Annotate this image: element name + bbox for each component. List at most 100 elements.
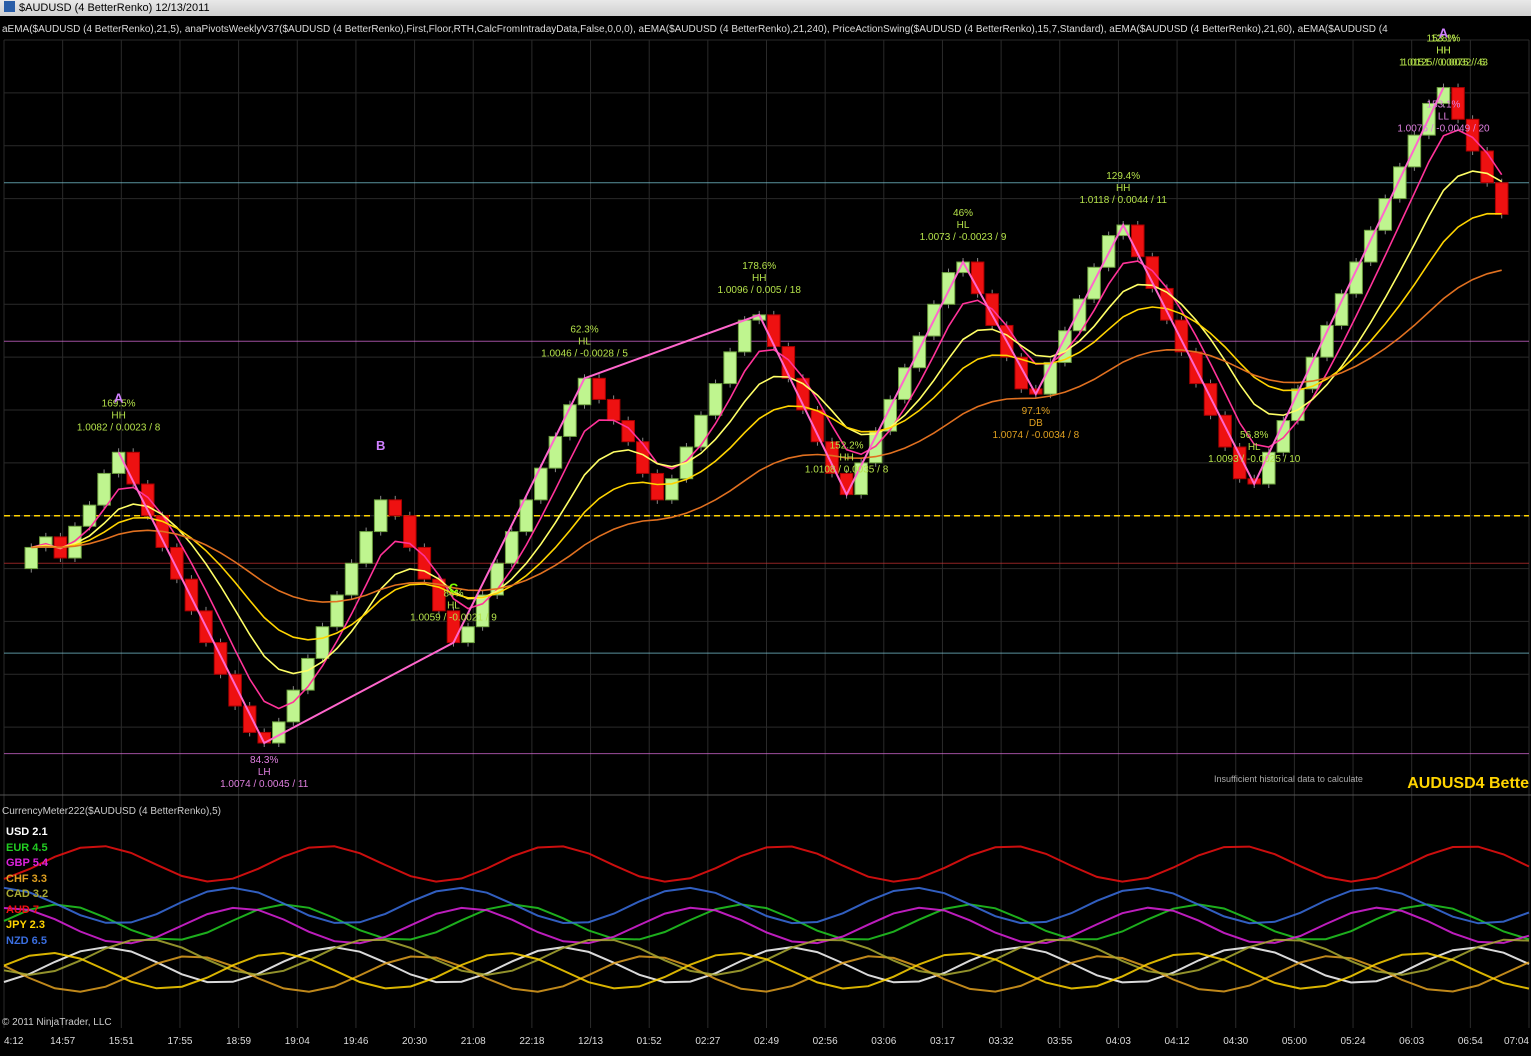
time-axis-tick: 03:17: [929, 1036, 955, 1047]
swing-label-pct: 129.4%: [1106, 171, 1140, 182]
time-axis-tick: 20:30: [402, 1036, 428, 1047]
candle: [170, 546, 184, 580]
swing-label-type: HH: [1436, 46, 1450, 57]
swing-label-value: 1.0046 / -0.0028 / 5: [541, 348, 628, 359]
swing-label-value: 1.0093 / -0.0025 / 10: [1208, 454, 1301, 465]
currency-meter-entry: USD 2.1: [6, 826, 48, 838]
window-title: $AUDUSD (4 BetterRenko) 12/13/2011: [19, 2, 210, 14]
swing-label-pct: 62.3%: [570, 324, 598, 335]
swing-label-pct: 178.6%: [742, 261, 776, 272]
swing-label-value: 1.0096 / 0.005 / 18: [718, 285, 802, 296]
candle: [388, 499, 403, 517]
swing-label-pct: 84.3%: [250, 755, 278, 766]
pattern-letter: B: [376, 438, 385, 453]
candle: [650, 472, 665, 501]
currency-meter-entry: CAD 3.2: [6, 888, 49, 900]
candle: [737, 319, 752, 353]
swing-label-value: 1.0082 / 0.0023 / 8: [77, 422, 161, 433]
candle: [577, 377, 592, 406]
time-axis-tick: 06:54: [1457, 1036, 1483, 1047]
candle: [1480, 150, 1494, 184]
time-axis-tick: 15:51: [108, 1036, 134, 1047]
currency-meter-title: CurrencyMeter222($AUDUSD (4 BetterRenko)…: [2, 806, 221, 817]
swing-label-pct: 153.1%: [1427, 100, 1461, 111]
swing-label-value: 1.0151 / 0.0075 / 43: [1399, 58, 1488, 69]
candle: [286, 689, 301, 723]
copyright-text: © 2011 NinjaTrader, LLC: [2, 1017, 112, 1028]
time-axis-tick: 19:04: [284, 1036, 310, 1047]
time-axis-tick: 17:55: [167, 1036, 193, 1047]
swing-label-pct: 97.1%: [1022, 406, 1050, 417]
candle: [1363, 229, 1378, 263]
currency-meter-entry: EUR 4.5: [6, 841, 48, 854]
candle: [534, 467, 548, 501]
time-axis-tick: 04:30: [1223, 1036, 1249, 1047]
swing-label-type: HL: [447, 601, 460, 612]
time-axis-tick: 02:56: [812, 1036, 838, 1047]
swing-label-type: HH: [752, 273, 766, 284]
candle: [1014, 356, 1029, 390]
time-axis-tick: 22:18: [519, 1036, 545, 1047]
currency-meter-entry: JPY 2.3: [6, 919, 45, 931]
insufficient-data-notice: Insufficient historical data to calculat…: [1214, 774, 1363, 784]
candle: [504, 531, 519, 564]
candle: [24, 546, 39, 570]
pattern-letter: C: [449, 581, 459, 596]
pattern-letter: A: [114, 390, 124, 405]
swing-label-pct: 152.2%: [830, 441, 864, 452]
swing-label-type: HH: [839, 453, 853, 464]
candle: [242, 705, 257, 733]
candle: [330, 594, 344, 628]
currency-meter-entry: AUD 7: [6, 903, 40, 916]
time-axis-tick: 19:46: [343, 1036, 369, 1047]
candle: [1378, 198, 1393, 231]
candle: [373, 499, 388, 533]
candle: [621, 420, 635, 443]
candle: [1218, 414, 1232, 448]
time-axis-tick: 04:03: [1105, 1036, 1131, 1047]
swing-label-type: DB: [1029, 418, 1043, 429]
pattern-letter: A: [1439, 26, 1449, 41]
time-axis-tick: 01:52: [636, 1036, 662, 1047]
candle: [461, 626, 475, 644]
currency-meter-entry: CHF 3.3: [6, 872, 47, 885]
price-chart[interactable]: 169.5%HH1.0082 / 0.0023 / 884.3%LH1.0074…: [0, 16, 1531, 1030]
swing-label-value: 1.0118 / 0.0044 / 11: [1079, 195, 1167, 206]
swing-label-value: 1.0076 / -0.0049 / 20: [1397, 124, 1490, 135]
candle: [315, 626, 330, 659]
swing-label-type: HL: [1248, 442, 1261, 453]
time-axis-tick: 02:49: [753, 1036, 780, 1047]
candle: [344, 562, 359, 596]
time-axis-tick: 07:04: [1503, 1036, 1529, 1047]
swing-label-pct: 56.8%: [1240, 430, 1268, 441]
swing-label-type: HL: [957, 220, 970, 231]
chart-watermark: AUDUSD4 Bette: [1407, 775, 1529, 792]
time-axis-tick: 05:24: [1340, 1036, 1366, 1047]
swing-label-value: 1.0074 / 0.0045 / 11: [220, 779, 309, 790]
candle: [606, 398, 621, 422]
currency-meter-entry: NZD 6.5: [6, 934, 47, 947]
time-axis-tick: 04:12: [1164, 1036, 1190, 1047]
time-axis-tick: 05:00: [1281, 1036, 1307, 1047]
time-axis-tick: 03:06: [871, 1036, 897, 1047]
candle: [767, 314, 781, 348]
candle: [301, 657, 315, 691]
candle: [228, 673, 242, 707]
swing-label-type: HH: [111, 410, 125, 421]
candle: [898, 367, 912, 400]
time-axis-tick: 14:57: [50, 1036, 76, 1047]
swing-label-pct: 46%: [953, 208, 973, 219]
window-titlebar: $AUDUSD (4 BetterRenko) 12/13/2011: [0, 0, 1531, 16]
candle: [548, 435, 563, 469]
swing-label-value: 1.0059 / -0.0021 / 9: [410, 613, 497, 624]
candle: [708, 383, 723, 416]
swing-label-type: HL: [578, 336, 591, 347]
swing-label-value: 1.0073 / -0.0023 / 9: [920, 232, 1007, 243]
swing-label-type: LH: [258, 767, 271, 778]
currency-meter-entry: GBP 5.4: [6, 857, 48, 869]
candle: [694, 414, 708, 448]
time-axis-tick: 02:27: [695, 1036, 721, 1047]
time-axis-tick: 06:03: [1399, 1036, 1425, 1047]
candle: [592, 377, 606, 400]
time-axis-tick: 03:32: [988, 1036, 1014, 1047]
